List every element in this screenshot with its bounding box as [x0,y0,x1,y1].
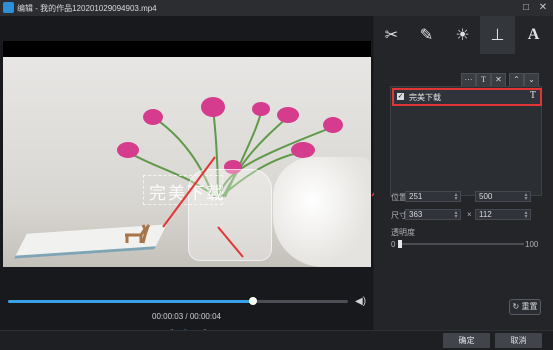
move-up-button[interactable]: ⌃ [509,73,524,87]
maximize-button[interactable]: □ [519,1,533,14]
cancel-button[interactable]: 取消 [495,333,542,348]
ok-button[interactable]: 确定 [443,333,490,348]
video-preview[interactable]: 完美下载 [3,41,371,267]
title-bar: 编辑 - 我的作品120201029094903.mp4 □ ✕ [0,0,553,16]
size-height-field[interactable]: 112 ▴ ▾ [475,209,531,220]
reset-label: 重置 [521,302,538,311]
text-type-icon: T [529,90,536,101]
position-y-field[interactable]: 500 ▴ ▾ [475,191,531,202]
tab-cut[interactable]: ✂ [374,16,409,54]
scissors-icon: ✂ [384,27,399,44]
tab-effects[interactable]: ✎ [409,16,444,54]
edit-panel: ✂ ✎ ☀ ⊥ A ··· T ✕ ⌃ ⌄ ✓ 完美下载 T 位置 251 ▴ ▾ … [374,16,553,330]
preview-image: 完美下载 [3,57,371,267]
size-width-field[interactable]: 363 ▴ ▾ [405,209,461,220]
progress-knob[interactable] [248,297,257,305]
stamp-icon: ⊥ [490,27,505,44]
text-icon: A [527,26,540,43]
preview-pane: 完美下载 ◀) 00:00:03 / 00:00:04 ◀‖ ‖ ‖▶ [0,16,373,340]
window-title: 编辑 - 我的作品120201029094903.mp4 [17,4,157,13]
tab-adjust[interactable]: ☀ [445,16,480,54]
watermark-list: ✓ 完美下载 T [390,86,542,196]
checkbox[interactable]: ✓ [397,93,404,100]
list-item-label: 完美下载 [409,93,441,102]
reset-button[interactable]: ↻ 重置 [509,299,541,315]
footer-bar: 确定 取消 [0,330,553,350]
volume-icon[interactable]: ◀) [355,296,366,307]
app-icon [3,2,14,13]
opacity-max: 100 [525,240,539,249]
tab-watermark[interactable]: ⊥ [480,16,515,54]
size-separator: × [467,210,472,219]
brightness-icon: ☀ [455,27,470,44]
tab-text[interactable]: A [516,16,551,54]
more-button[interactable]: ··· [461,73,476,87]
refresh-icon: ↻ [512,302,520,311]
magic-wand-icon: ✎ [419,27,434,44]
opacity-label: 透明度 [391,228,415,237]
playback-time: 00:00:03 / 00:00:04 [152,312,221,321]
list-item[interactable]: ✓ 完美下载 T [392,88,542,106]
playback-progress-bar[interactable] [8,297,348,305]
opacity-slider-knob[interactable] [398,240,402,248]
close-button[interactable]: ✕ [536,1,550,14]
move-down-button[interactable]: ⌄ [524,73,539,87]
annotation-lines [162,156,244,258]
progress-fill [8,300,253,303]
opacity-slider[interactable] [398,240,524,248]
delete-button[interactable]: ✕ [491,73,506,87]
position-x-field[interactable]: 251 ▴ ▾ [405,191,461,202]
add-text-button[interactable]: T [476,73,491,87]
opacity-min: 0 [391,240,396,249]
